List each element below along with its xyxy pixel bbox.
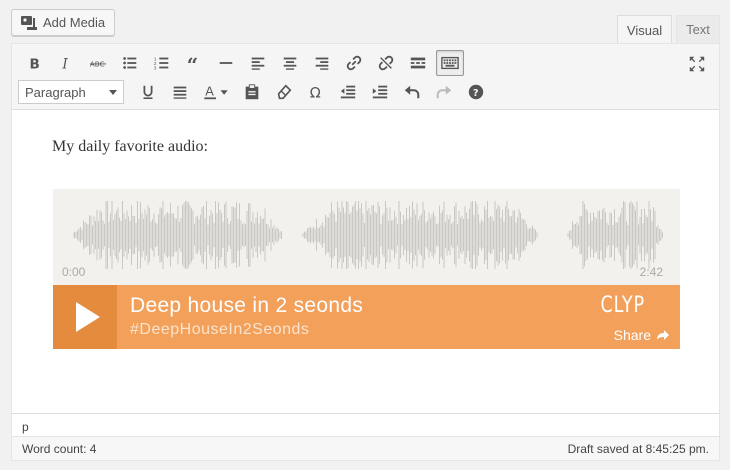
strikethrough-icon: ABC <box>89 60 107 69</box>
align-right-button[interactable] <box>306 49 338 77</box>
help-button[interactable]: ? <box>460 78 492 106</box>
remove-link-button[interactable] <box>370 49 402 77</box>
bullet-list-button[interactable] <box>114 49 146 77</box>
bold-icon: B <box>30 56 40 72</box>
align-left-button[interactable] <box>242 49 274 77</box>
justify-button[interactable] <box>164 78 196 106</box>
link-icon <box>346 55 362 71</box>
editor-content[interactable]: My daily favorite audio: 0:00 2:42 Deep … <box>12 111 719 413</box>
tab-text[interactable]: Text <box>676 15 720 43</box>
waveform-path <box>73 201 663 269</box>
status-bar: Word count: 4 Draft saved at 8:45:25 pm. <box>12 436 719 460</box>
clipboard-icon <box>245 84 259 100</box>
eraser-icon <box>277 84 292 100</box>
embed-info-bar: Deep house in 2 seonds #DeepHouseIn2Seon… <box>53 285 680 349</box>
svg-text:?: ? <box>473 88 479 99</box>
redo-button[interactable] <box>428 78 460 106</box>
help-icon: ? <box>468 84 484 100</box>
fullscreen-icon <box>689 56 705 72</box>
text-color-icon: A <box>204 84 228 100</box>
align-center-button[interactable] <box>274 49 306 77</box>
paste-text-button[interactable] <box>236 78 268 106</box>
increase-indent-button[interactable] <box>364 78 396 106</box>
svg-text:3: 3 <box>154 65 157 70</box>
special-character-button[interactable]: Ω <box>300 78 332 106</box>
content-paragraph: My daily favorite audio: <box>52 138 208 155</box>
redo-icon <box>436 85 452 99</box>
blockquote-button[interactable]: “ <box>178 49 210 77</box>
add-media-label: Add Media <box>43 15 106 30</box>
time-end: 2:42 <box>639 265 663 279</box>
decrease-indent-button[interactable] <box>332 78 364 106</box>
clear-formatting-button[interactable] <box>268 78 300 106</box>
time-start: 0:00 <box>62 265 86 279</box>
horizontal-line-button[interactable] <box>210 49 242 77</box>
horizontal-line-icon <box>219 62 233 64</box>
numbered-list-icon: 123 <box>154 56 169 70</box>
toolbar-toggle-button[interactable] <box>436 50 464 76</box>
undo-icon <box>404 85 420 99</box>
audio-embed: 0:00 2:42 Deep house in 2 seonds #DeepHo… <box>53 189 680 349</box>
toolbar-row-1: B I ABC 123 “ <box>18 49 466 77</box>
underline-icon <box>143 85 153 100</box>
indent-icon <box>372 85 388 99</box>
post-editor: Add Media Visual Text B I ABC 123 “ Para… <box>0 0 730 470</box>
format-select-value: Paragraph <box>25 84 86 100</box>
align-right-icon <box>315 57 329 70</box>
justify-icon <box>173 86 187 99</box>
svg-text:“: “ <box>187 54 198 72</box>
svg-text:B: B <box>30 56 40 72</box>
outdent-icon <box>340 85 356 99</box>
element-path[interactable]: p <box>12 413 719 436</box>
play-icon <box>76 302 100 332</box>
play-button[interactable] <box>53 285 117 349</box>
underline-button[interactable] <box>132 78 164 106</box>
media-icon <box>21 15 37 30</box>
tab-visual[interactable]: Visual <box>617 15 672 44</box>
chevron-down-icon <box>109 89 117 95</box>
track-tag: #DeepHouseIn2Seonds <box>130 321 310 338</box>
omega-icon: Ω <box>310 85 321 101</box>
track-title[interactable]: Deep house in 2 seonds <box>130 294 363 318</box>
editor-frame: B I ABC 123 “ Paragraph A Ω ? My daily f… <box>11 43 720 461</box>
read-more-icon <box>410 57 426 69</box>
align-center-icon <box>283 57 297 70</box>
format-select[interactable]: Paragraph <box>18 80 124 104</box>
insert-link-button[interactable] <box>338 49 370 77</box>
undo-button[interactable] <box>396 78 428 106</box>
svg-text:I: I <box>61 56 68 72</box>
editor-toolbar: B I ABC 123 “ Paragraph A Ω ? <box>12 44 719 110</box>
svg-text:Ω: Ω <box>310 85 321 101</box>
text-color-button[interactable]: A <box>196 78 236 106</box>
numbered-list-button[interactable]: 123 <box>146 49 178 77</box>
add-media-button[interactable]: Add Media <box>11 9 115 36</box>
share-button[interactable]: Share <box>614 327 670 343</box>
word-count: Word count: 4 <box>22 442 97 456</box>
strikethrough-button[interactable]: ABC <box>82 49 114 77</box>
quote-icon: “ <box>187 54 198 72</box>
fullscreen-button[interactable] <box>683 50 711 78</box>
svg-text:A: A <box>205 84 214 99</box>
bold-button[interactable]: B <box>18 49 50 77</box>
share-label: Share <box>613 327 651 343</box>
italic-icon: I <box>61 56 68 72</box>
keyboard-icon <box>441 56 459 70</box>
align-left-icon <box>251 57 265 70</box>
italic-button[interactable]: I <box>50 49 82 77</box>
toolbar-row-2: Paragraph A Ω ? <box>18 78 492 106</box>
read-more-button[interactable] <box>402 49 434 77</box>
draft-saved-status: Draft saved at 8:45:25 pm. <box>567 442 709 456</box>
waveform[interactable] <box>73 201 663 269</box>
unlink-icon <box>378 55 394 71</box>
share-arrow-icon <box>657 330 669 340</box>
bullet-list-icon <box>123 57 137 69</box>
clyp-logo[interactable]: CLYP <box>600 293 644 318</box>
